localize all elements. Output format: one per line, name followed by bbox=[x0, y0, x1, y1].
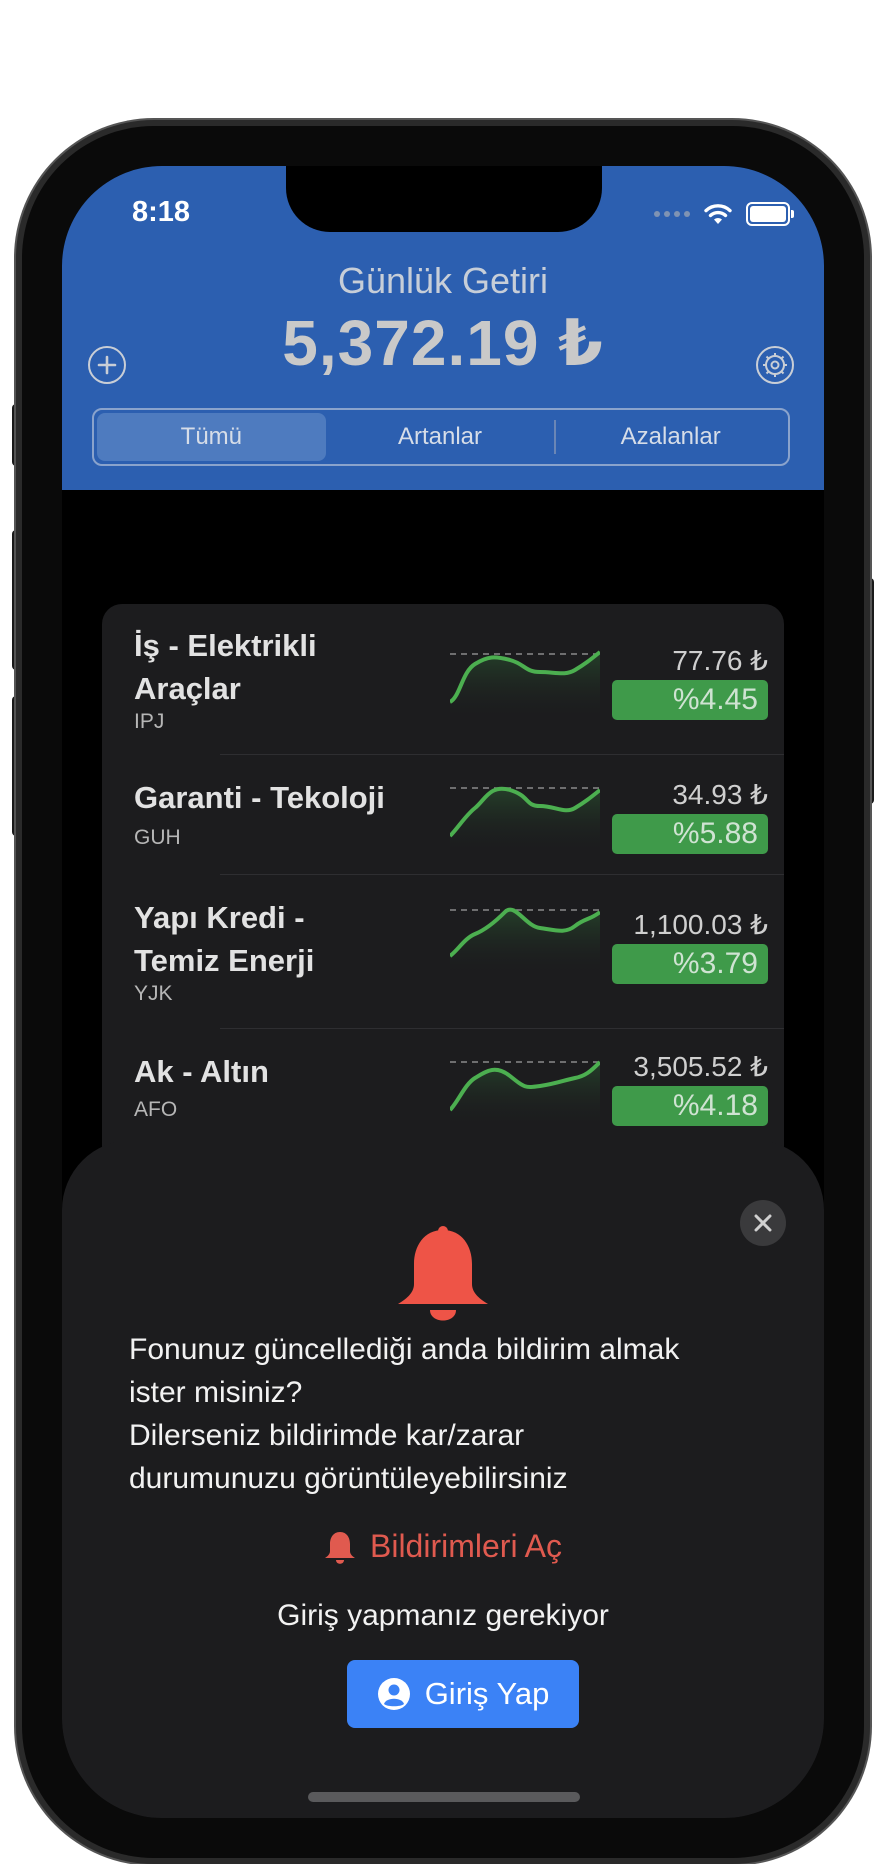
message-line: Fonunuz güncellediği anda bildirim almak bbox=[129, 1333, 680, 1366]
fund-price: 77.76 ₺ bbox=[672, 645, 768, 676]
enable-notifications-button[interactable]: Bildirimleri Aç bbox=[62, 1528, 824, 1565]
notch bbox=[286, 166, 602, 232]
close-icon bbox=[754, 1214, 772, 1232]
row-divider bbox=[220, 874, 784, 875]
gear-icon[interactable] bbox=[756, 346, 794, 384]
message-line: durumunuzu görüntüleyebilirsiniz bbox=[129, 1462, 568, 1495]
fund-name-line1: Yapı Kredi - bbox=[134, 900, 305, 935]
fund-name: Yapı Kredi - Temiz Enerji bbox=[134, 896, 314, 982]
notification-message: Fonunuz güncellediği anda bildirim almak… bbox=[129, 1328, 769, 1500]
fund-name: Ak - Altın bbox=[134, 1050, 269, 1093]
segment-all[interactable]: Tümü bbox=[97, 413, 326, 461]
sparkline-chart bbox=[450, 650, 600, 722]
fund-change-badge: %5.88 bbox=[612, 814, 768, 854]
fund-row[interactable]: Garanti - Tekoloji GUH 34.93 ₺ %5.88 bbox=[102, 756, 784, 875]
fund-list: İş - Elektrikli Araçlar IPJ 77.76 ₺ %4.4… bbox=[102, 604, 784, 1224]
cellular-signal-icon bbox=[654, 211, 690, 217]
fund-code: AFO bbox=[134, 1098, 178, 1121]
fund-code: GUH bbox=[134, 826, 181, 849]
fund-code: YJK bbox=[134, 982, 173, 1005]
row-divider bbox=[220, 1028, 784, 1029]
battery-icon bbox=[746, 202, 794, 226]
segment-falling[interactable]: Azalanlar bbox=[556, 413, 785, 461]
fund-price: 1,100.03 ₺ bbox=[633, 909, 768, 940]
fund-name: Garanti - Tekoloji bbox=[134, 776, 385, 819]
fund-name: İş - Elektrikli Araçlar bbox=[134, 624, 317, 710]
header-title: Günlük Getiri bbox=[337, 260, 549, 301]
fund-change-badge: %4.18 bbox=[612, 1086, 768, 1126]
segment-rising[interactable]: Artanlar bbox=[326, 413, 555, 461]
status-time: 8:18 bbox=[132, 196, 191, 228]
sparkline-chart bbox=[450, 907, 600, 978]
fund-price: 34.93 ₺ bbox=[672, 779, 768, 810]
home-indicator[interactable] bbox=[308, 1792, 580, 1802]
message-line: ister misiniz? bbox=[129, 1376, 303, 1409]
login-required-text: Giriş yapmanız gerekiyor bbox=[277, 1599, 609, 1632]
fund-change-badge: %3.79 bbox=[612, 944, 768, 984]
fund-code: IPJ bbox=[134, 710, 165, 733]
filter-segmented-control: Tümü Artanlar Azalanlar bbox=[92, 408, 790, 466]
fund-name-line2: Temiz Enerji bbox=[134, 943, 315, 978]
fund-name-line1: İş - Elektrikli bbox=[134, 628, 317, 663]
plus-icon bbox=[97, 355, 117, 375]
gear-shape bbox=[763, 353, 787, 377]
fund-row[interactable]: Ak - Altın AFO 3,505.52 ₺ %4.18 bbox=[102, 1030, 784, 1149]
sparkline-chart bbox=[450, 1060, 600, 1130]
message-line: Dilerseniz bildirimde kar/zarar bbox=[129, 1419, 525, 1452]
fund-name-line2: Araçlar bbox=[134, 671, 241, 706]
enable-notifications-label: Bildirimleri Aç bbox=[369, 1528, 563, 1564]
fund-name-line1: Ak - Altın bbox=[134, 1054, 269, 1089]
sparkline-chart bbox=[450, 786, 600, 856]
bell-icon bbox=[398, 1226, 488, 1321]
fund-price: 3,505.52 ₺ bbox=[633, 1051, 768, 1082]
wifi-icon bbox=[704, 204, 732, 224]
plus-circle-icon[interactable] bbox=[88, 346, 126, 384]
fund-row[interactable]: Yapı Kredi - Temiz Enerji YJK 1,100.03 ₺… bbox=[102, 876, 784, 1029]
phone-frame: 8:18 Günlük Getiri 5,372.19 ₺ Tümü Artan… bbox=[22, 126, 864, 1858]
daily-return-value: 5,372.19 ₺ bbox=[282, 307, 604, 379]
close-button[interactable] bbox=[740, 1200, 786, 1246]
status-icons bbox=[654, 202, 794, 226]
screen: 8:18 Günlük Getiri 5,372.19 ₺ Tümü Artan… bbox=[62, 166, 824, 1818]
row-divider bbox=[220, 754, 784, 755]
fund-row[interactable]: İş - Elektrikli Araçlar IPJ 77.76 ₺ %4.4… bbox=[102, 604, 784, 755]
fund-name-line1: Garanti - Tekoloji bbox=[134, 780, 385, 815]
header: 8:18 Günlük Getiri 5,372.19 ₺ Tümü Artan… bbox=[62, 166, 824, 490]
login-button-label: Giriş Yap bbox=[424, 1676, 550, 1711]
user-circle-icon bbox=[377, 1678, 410, 1710]
fund-change-badge: %4.45 bbox=[612, 680, 768, 720]
bell-small-icon bbox=[324, 1531, 355, 1564]
login-button[interactable]: Giriş Yap bbox=[347, 1660, 579, 1728]
